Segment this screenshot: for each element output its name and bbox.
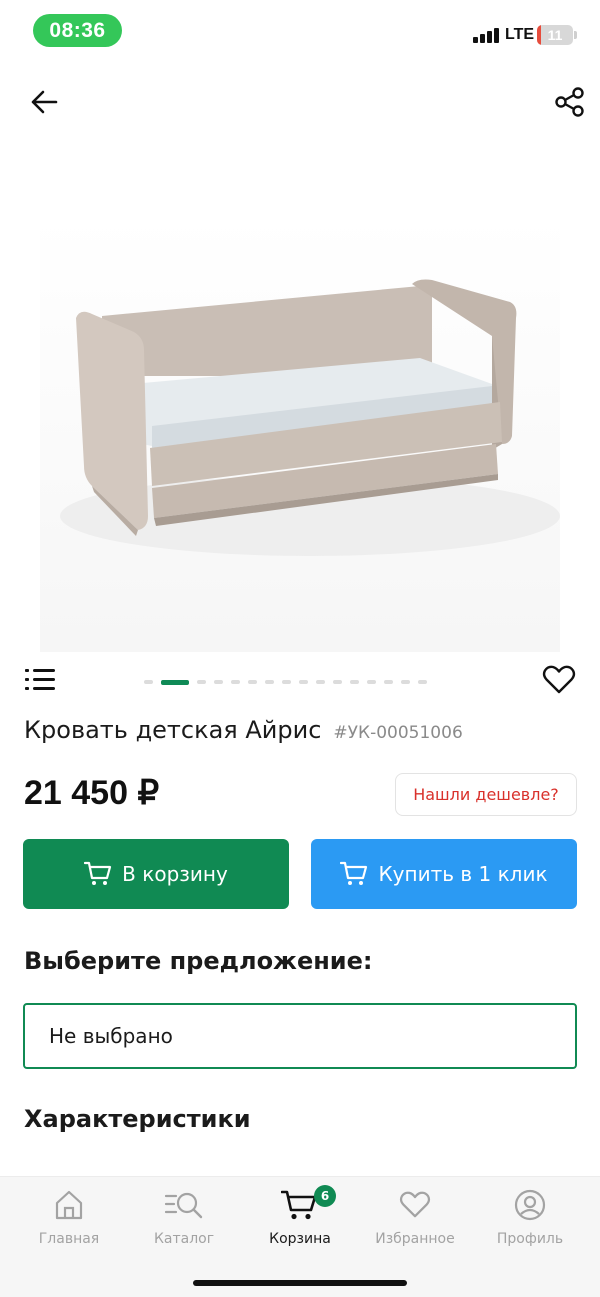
product-sku: #УК-00051006: [333, 723, 463, 743]
tab-catalog[interactable]: Каталог: [129, 1187, 239, 1257]
found-cheaper-button[interactable]: Нашли дешевле?: [395, 773, 577, 816]
status-bar: 08:36 LTE 11: [0, 0, 600, 64]
gallery-dot[interactable]: [248, 680, 257, 684]
status-time: 08:36: [33, 14, 122, 47]
battery-level: 11: [547, 27, 563, 43]
gallery-dot[interactable]: [197, 680, 206, 684]
tab-favorites[interactable]: Избранное: [360, 1187, 470, 1257]
tab-profile-label: Профиль: [496, 1231, 564, 1247]
gallery-dot[interactable]: [214, 680, 223, 684]
share-icon: [555, 87, 584, 117]
gallery-dot[interactable]: [418, 680, 427, 684]
heart-icon: [399, 1191, 431, 1218]
share-button[interactable]: [552, 84, 588, 120]
product-title: Кровать детская Айрис: [24, 716, 322, 744]
network-type: LTE: [505, 26, 535, 43]
add-to-cart-button[interactable]: В корзину: [23, 839, 289, 909]
bottom-tab-bar: Главная Каталог 6 Корзина Избранное Проф…: [0, 1176, 600, 1297]
tab-cart-label: Корзина: [269, 1231, 331, 1247]
gallery-dot[interactable]: [299, 680, 308, 684]
specs-heading: Характеристики: [24, 1105, 251, 1133]
gallery-dot[interactable]: [144, 680, 153, 684]
add-to-favorites-button[interactable]: [540, 662, 578, 698]
catalog-search-icon: [164, 1192, 203, 1219]
tab-favorites-label: Избранное: [375, 1231, 455, 1247]
tab-cart[interactable]: 6 Корзина: [245, 1185, 355, 1257]
gallery-dot[interactable]: [265, 680, 274, 684]
cart-icon: [340, 861, 368, 885]
home-icon: [55, 1190, 83, 1220]
tab-home[interactable]: Главная: [14, 1187, 124, 1257]
tab-catalog-label: Каталог: [153, 1231, 215, 1247]
gallery-dot[interactable]: [282, 680, 291, 684]
product-image[interactable]: [40, 216, 560, 652]
gallery-dot[interactable]: [333, 680, 342, 684]
gallery-dot[interactable]: [161, 679, 189, 685]
tab-profile[interactable]: Профиль: [475, 1187, 585, 1257]
offer-heading: Выберите предложение:: [24, 947, 373, 975]
arrow-left-icon: [31, 90, 58, 114]
gallery-dot[interactable]: [350, 680, 359, 684]
gallery-dot[interactable]: [384, 680, 393, 684]
specs-menu-button[interactable]: [24, 666, 58, 694]
battery-tip: [574, 31, 577, 39]
cart-icon: [84, 861, 112, 885]
gallery-pagination[interactable]: [144, 679, 427, 685]
cart-count-badge: 6: [314, 1185, 336, 1207]
gallery-dot[interactable]: [367, 680, 376, 684]
buy-one-click-label: Купить в 1 клик: [378, 862, 548, 886]
offer-select[interactable]: Не выбрано: [23, 1003, 577, 1069]
heart-icon: [542, 665, 576, 694]
sofa-bed-photo: [60, 279, 560, 556]
gallery-dot[interactable]: [401, 680, 410, 684]
list-icon: [25, 669, 55, 690]
product-price: 21 450 ₽: [24, 774, 160, 812]
battery-icon: 11: [537, 25, 573, 45]
signal-strength-icon: [473, 27, 501, 43]
profile-icon: [514, 1189, 546, 1221]
buy-one-click-button[interactable]: Купить в 1 клик: [311, 839, 577, 909]
back-button[interactable]: [26, 84, 62, 120]
gallery-dot[interactable]: [231, 680, 240, 684]
add-to-cart-label: В корзину: [122, 862, 228, 886]
gallery-dot[interactable]: [316, 680, 325, 684]
product-title-row: Кровать детская Айрис #УК-00051006: [24, 716, 463, 744]
home-indicator: [193, 1280, 407, 1286]
tab-home-label: Главная: [38, 1231, 100, 1247]
